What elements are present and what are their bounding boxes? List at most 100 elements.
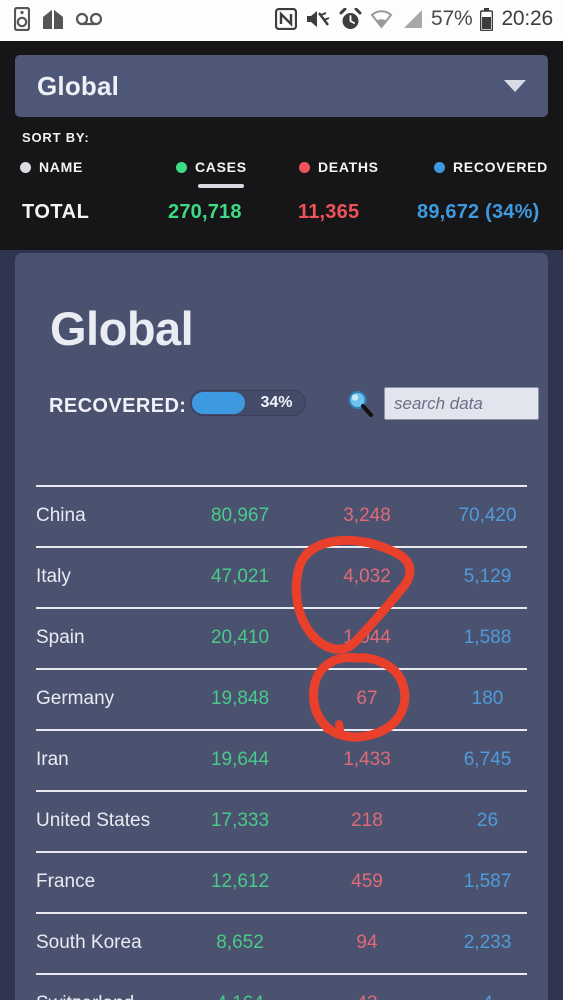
table-row[interactable]: Spain 20,410 1,044 1,588 bbox=[15, 607, 548, 668]
signal-icon bbox=[404, 10, 422, 28]
home-icon bbox=[43, 9, 63, 29]
cell-deaths: 94 bbox=[356, 932, 378, 953]
table-row[interactable]: France 12,612 459 1,587 bbox=[15, 851, 548, 912]
magnifying-glass-icon[interactable] bbox=[346, 389, 374, 417]
row-divider bbox=[36, 546, 527, 548]
speaker-icon bbox=[14, 7, 30, 31]
row-divider bbox=[36, 729, 527, 731]
sort-dot-name bbox=[20, 161, 31, 173]
chevron-down-icon bbox=[504, 80, 526, 92]
cell-recovered: 5,129 bbox=[463, 566, 512, 587]
cell-cases: 19,848 bbox=[210, 688, 270, 709]
sort-dot-cases bbox=[176, 161, 187, 173]
table-row[interactable]: Switzerland 4,164 43 4 bbox=[15, 973, 548, 1000]
main-panel: Global RECOVERED: 34% China 80,967 3,248… bbox=[0, 250, 563, 1000]
cell-deaths: 43 bbox=[307, 993, 427, 1000]
cell-recovered: 2,233 bbox=[463, 932, 512, 953]
totals-label: TOTAL bbox=[22, 201, 90, 223]
sort-label-cases: CASES bbox=[195, 159, 247, 175]
country-name: United States bbox=[36, 810, 151, 831]
sort-active-underline bbox=[198, 184, 244, 188]
cell-deaths: 67 bbox=[356, 688, 378, 709]
cell-recovered: 1,587 bbox=[463, 871, 512, 892]
recovered-progress-bar[interactable]: 34% bbox=[190, 390, 306, 416]
region-selector-dropdown[interactable]: Global bbox=[15, 55, 548, 117]
cell-cases: 20,410 bbox=[210, 627, 270, 648]
nfc-icon bbox=[275, 8, 297, 30]
cell-cases: 8,652 bbox=[216, 932, 264, 953]
sort-label-deaths: DEATHS bbox=[318, 159, 379, 175]
cell-cases: 17,333 bbox=[210, 810, 270, 831]
country-name: South Korea bbox=[36, 932, 142, 953]
totals-recovered: 89,672 (34%) bbox=[417, 201, 540, 223]
cell-deaths: 1,433 bbox=[343, 749, 391, 770]
recovered-label: RECOVERED: bbox=[49, 395, 187, 417]
row-divider bbox=[36, 668, 527, 670]
cell-recovered: 1,588 bbox=[463, 627, 512, 648]
panel-card: Global RECOVERED: 34% China 80,967 3,248… bbox=[15, 253, 548, 1000]
row-divider bbox=[36, 485, 527, 487]
recovered-percent-label: 34% bbox=[260, 394, 293, 411]
country-name: Germany bbox=[36, 688, 115, 709]
country-name: Iran bbox=[36, 749, 69, 770]
country-name: Italy bbox=[36, 566, 71, 587]
app-root: 57% 20:26 Global SORT BY: NAME CASES DEA… bbox=[0, 0, 563, 1000]
row-divider bbox=[36, 973, 527, 975]
country-name: Switzerland bbox=[36, 993, 134, 1000]
cell-deaths: 3,248 bbox=[343, 505, 391, 526]
cell-deaths: 1,044 bbox=[343, 627, 391, 648]
data-table: China 80,967 3,248 70,420 Italy 47,021 4… bbox=[15, 485, 548, 1000]
sort-option-name[interactable]: NAME bbox=[20, 159, 83, 175]
cell-recovered: 6,745 bbox=[463, 749, 512, 770]
country-name: China bbox=[36, 505, 86, 526]
cell-deaths: 459 bbox=[351, 871, 383, 892]
alarm-icon bbox=[339, 7, 362, 29]
battery-icon bbox=[480, 7, 494, 31]
row-divider bbox=[36, 607, 527, 609]
table-row[interactable]: South Korea 8,652 94 2,233 bbox=[15, 912, 548, 973]
wifi-icon bbox=[370, 10, 393, 29]
totals-cases: 270,718 bbox=[168, 201, 242, 223]
recovered-progress-fill bbox=[192, 392, 245, 414]
voicemail-icon bbox=[76, 12, 102, 26]
cell-deaths: 4,032 bbox=[343, 566, 391, 587]
sort-option-cases[interactable]: CASES bbox=[176, 159, 247, 188]
vibrate-mute-icon bbox=[307, 11, 330, 27]
cell-cases: 47,021 bbox=[210, 566, 270, 587]
cell-recovered: 26 bbox=[476, 810, 499, 831]
status-bar-left-icons bbox=[14, 7, 102, 31]
table-row[interactable]: China 80,967 3,248 70,420 bbox=[15, 485, 548, 546]
cell-recovered: 70,420 bbox=[458, 505, 517, 526]
cell-cases: 4,164 bbox=[170, 993, 310, 1000]
search-input[interactable] bbox=[384, 387, 539, 420]
sort-option-recovered[interactable]: RECOVERED bbox=[434, 159, 548, 175]
cell-cases: 19,644 bbox=[210, 749, 270, 770]
page-title: Global bbox=[50, 302, 194, 355]
cell-cases: 80,967 bbox=[210, 505, 270, 526]
row-divider bbox=[36, 912, 527, 914]
row-divider bbox=[36, 851, 527, 853]
sort-dot-deaths bbox=[299, 161, 310, 173]
table-row[interactable]: Germany 19,848 67 180 bbox=[15, 668, 548, 729]
battery-percent-label: 57% bbox=[431, 7, 473, 30]
table-row[interactable]: United States 17,333 218 26 bbox=[15, 790, 548, 851]
clock-label: 20:26 bbox=[501, 7, 553, 30]
cell-recovered: 4 bbox=[425, 993, 550, 1000]
sort-dot-recovered bbox=[434, 161, 445, 173]
region-selector-label: Global bbox=[37, 70, 120, 101]
cell-recovered: 180 bbox=[471, 688, 504, 709]
totals-deaths: 11,365 bbox=[298, 201, 360, 223]
sort-options-row: NAME CASES DEATHS RECOVERED bbox=[0, 159, 563, 197]
table-row[interactable]: Italy 47,021 4,032 5,129 bbox=[15, 546, 548, 607]
sort-label-recovered: RECOVERED bbox=[453, 159, 548, 175]
row-divider bbox=[36, 790, 527, 792]
sort-option-deaths[interactable]: DEATHS bbox=[299, 159, 379, 175]
sort-by-heading: SORT BY: bbox=[22, 130, 90, 145]
status-bar-right-icons: 57% 20:26 bbox=[275, 7, 553, 31]
header-region: Global SORT BY: NAME CASES DEATHS RECOVE… bbox=[0, 41, 563, 254]
sort-label-name: NAME bbox=[39, 159, 84, 175]
cell-deaths: 218 bbox=[351, 810, 383, 831]
status-bar: 57% 20:26 bbox=[0, 0, 563, 38]
country-name: Spain bbox=[36, 627, 85, 648]
table-row[interactable]: Iran 19,644 1,433 6,745 bbox=[15, 729, 548, 790]
